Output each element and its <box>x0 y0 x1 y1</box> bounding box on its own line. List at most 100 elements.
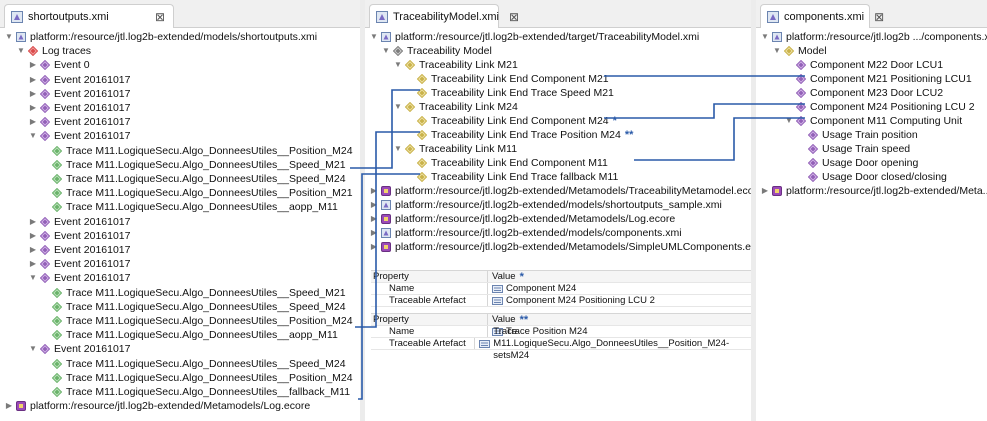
expanded-arrow-icon[interactable]: ▼ <box>16 44 26 58</box>
tree-node[interactable]: Component M21 Positioning LCU1 <box>784 72 972 86</box>
tree-node[interactable]: Trace M11.LogiqueSecu.Algo_DonneesUtiles… <box>40 200 338 214</box>
tree-node[interactable]: Trace M11.LogiqueSecu.Algo_DonneesUtiles… <box>40 371 353 385</box>
collapsed-arrow-icon[interactable]: ▶ <box>369 226 379 240</box>
tree-node[interactable]: ▼ Component M11 Computing Unit <box>784 114 962 128</box>
property-row[interactable]: Traceable Artefact Trace M11.LogiqueSecu… <box>371 326 751 361</box>
property-row[interactable]: Traceable Artefact Component M24 Positio… <box>371 295 751 307</box>
tree-node[interactable]: Trace M11.LogiqueSecu.Algo_DonneesUtiles… <box>40 158 346 172</box>
collapsed-arrow-icon[interactable]: ▶ <box>28 229 38 243</box>
ecore-icon <box>381 242 391 252</box>
tree-node[interactable]: Trace M11.LogiqueSecu.Algo_DonneesUtiles… <box>40 314 353 328</box>
collapsed-arrow-icon[interactable]: ▶ <box>760 184 770 198</box>
expanded-arrow-icon[interactable]: ▼ <box>369 30 379 44</box>
tree-node-label: platform:/resource/jtl.log2b-extended/Me… <box>395 185 751 197</box>
expanded-arrow-icon[interactable]: ▼ <box>381 44 391 58</box>
tab-components[interactable]: components.xmi ⊠ <box>760 4 884 28</box>
tree-node[interactable]: ▼ Traceability Link M24 <box>393 100 518 114</box>
tree-node[interactable]: Trace M11.LogiqueSecu.Algo_DonneesUtiles… <box>40 385 350 399</box>
close-tab-icon[interactable]: ⊠ <box>155 10 165 24</box>
tree-node[interactable]: ▶ platform:/resource/jtl.log2b-extended/m… <box>369 226 682 240</box>
tree-node[interactable]: ▼ Traceability Link M21 <box>393 58 518 72</box>
tree-node[interactable]: Traceability Link End Component M21 <box>405 72 609 86</box>
tree-node[interactable]: Trace M11.LogiqueSecu.Algo_DonneesUtiles… <box>40 300 346 314</box>
tree-node[interactable]: ▶ platform:/resource/jtl.log2b-extended/M… <box>369 240 751 254</box>
tree-node[interactable]: Usage Door closed/closing <box>796 170 947 184</box>
tree-node[interactable]: ▼ Traceability Link M11 <box>393 142 517 156</box>
tree-node[interactable]: ▶ Event 20161017 <box>28 243 131 257</box>
tree-node[interactable]: Usage Train position <box>796 128 918 142</box>
tree-node[interactable]: Component M24 Positioning LCU 2 <box>784 100 975 114</box>
collapsed-arrow-icon[interactable]: ▶ <box>28 243 38 257</box>
tree-node[interactable]: Traceability Link End Trace Speed M21 <box>405 86 614 100</box>
tree-node[interactable]: Trace M11.LogiqueSecu.Algo_DonneesUtiles… <box>40 328 338 342</box>
tree-node[interactable]: Trace M11.LogiqueSecu.Algo_DonneesUtiles… <box>40 357 346 371</box>
collapsed-arrow-icon[interactable]: ▶ <box>28 257 38 271</box>
tree-node[interactable]: ▶ Event 20161017 <box>28 73 131 87</box>
tree-node[interactable]: ▼ platform:/resource/jtl.log2b-extended/m… <box>4 30 317 44</box>
expanded-arrow-icon[interactable]: ▼ <box>28 271 38 285</box>
tree-node-label: Event 0 <box>54 59 90 72</box>
property-row[interactable]: Name Component M24 <box>371 283 751 295</box>
tree-node[interactable]: ▶ Event 0 <box>28 58 90 72</box>
tree-node[interactable]: ▼ Log traces <box>16 44 91 58</box>
tree-node[interactable]: ▼ Event 20161017 <box>28 342 130 356</box>
tree-node[interactable]: ▼ platform:/resource/jtl.log2b .../compon… <box>760 30 987 44</box>
tree-node[interactable]: ▶ Event 20161017 <box>28 215 131 229</box>
tree-node[interactable]: ▶ platform:/resource/jtl.log2b-extended/M… <box>760 184 987 198</box>
collapsed-arrow-icon[interactable]: ▶ <box>28 101 38 115</box>
tree-node[interactable]: ▶ platform:/resource/jtl.log2b-extended/M… <box>369 212 675 226</box>
collapsed-arrow-icon[interactable]: ▶ <box>369 184 379 198</box>
tree-node[interactable]: Traceability Link End Component M11 <box>405 156 608 170</box>
tree-node[interactable]: Trace M11.LogiqueSecu.Algo_DonneesUtiles… <box>40 144 353 158</box>
expanded-arrow-icon[interactable]: ▼ <box>393 142 403 156</box>
tab-shortoutputs[interactable]: shortoutputs.xmi ⊠ <box>4 4 174 28</box>
tree-node[interactable]: Trace M11.LogiqueSecu.Algo_DonneesUtiles… <box>40 186 353 200</box>
text-value-icon <box>492 284 503 293</box>
tree-node[interactable]: ▶ Event 20161017 <box>28 257 131 271</box>
tree-node[interactable]: ▼ Traceability Model <box>381 44 492 58</box>
collapsed-arrow-icon[interactable]: ▶ <box>28 58 38 72</box>
tree-node[interactable]: Usage Train speed <box>796 142 910 156</box>
tree-node[interactable]: Trace M11.LogiqueSecu.Algo_DonneesUtiles… <box>40 172 346 186</box>
expanded-arrow-icon[interactable]: ▼ <box>28 342 38 356</box>
tree-node[interactable]: ▼ Model <box>772 44 827 58</box>
collapsed-arrow-icon[interactable]: ▶ <box>28 73 38 87</box>
tree-node-label: Trace M11.LogiqueSecu.Algo_DonneesUtiles… <box>66 329 338 342</box>
expanded-arrow-icon[interactable]: ▼ <box>772 44 782 58</box>
tree-node[interactable]: ▼ Event 20161017 <box>28 129 130 143</box>
tree-node[interactable]: Traceability Link End Component M24 * <box>405 114 617 128</box>
collapsed-arrow-icon[interactable]: ▶ <box>28 87 38 101</box>
tree-node-label: Trace M11.LogiqueSecu.Algo_DonneesUtiles… <box>66 357 346 370</box>
tree-node[interactable]: Trace M11.LogiqueSecu.Algo_DonneesUtiles… <box>40 286 346 300</box>
collapsed-arrow-icon[interactable]: ▶ <box>28 115 38 129</box>
tree-node[interactable]: ▶ platform:/resource/jtl.log2b-extended/m… <box>369 198 722 212</box>
tree-node[interactable]: ▶ Event 20161017 <box>28 101 131 115</box>
collapsed-arrow-icon[interactable]: ▶ <box>4 399 14 413</box>
tree-node[interactable]: Usage Door opening <box>796 156 918 170</box>
tree-node[interactable]: ▶ platform:/resource/jtl.log2b-extended/M… <box>4 399 310 413</box>
collapsed-arrow-icon[interactable]: ▶ <box>369 240 379 254</box>
tree-node[interactable]: ▼ platform:/resource/jtl.log2b-extended/t… <box>369 30 699 44</box>
expanded-arrow-icon[interactable]: ▼ <box>393 58 403 72</box>
expanded-arrow-icon[interactable]: ▼ <box>760 30 770 44</box>
expanded-arrow-icon[interactable]: ▼ <box>393 100 403 114</box>
expanded-arrow-icon[interactable]: ▼ <box>28 129 38 143</box>
tree-node[interactable]: ▶ Event 20161017 <box>28 115 131 129</box>
collapsed-arrow-icon[interactable]: ▶ <box>369 198 379 212</box>
tree-node[interactable]: ▶ Event 20161017 <box>28 229 131 243</box>
close-tab-icon[interactable]: ⊠ <box>874 10 884 24</box>
close-tab-icon[interactable]: ⊠ <box>509 10 519 24</box>
collapsed-arrow-icon[interactable]: ▶ <box>369 212 379 226</box>
properties-table-1: Property Value * Name Component M24 Trac… <box>371 270 751 307</box>
expanded-arrow-icon[interactable]: ▼ <box>784 114 794 128</box>
tree-node[interactable]: Traceability Link End Trace fallback M11 <box>405 170 618 184</box>
tab-traceability-model[interactable]: TraceabilityModel.xmi ⊠ <box>369 4 519 28</box>
tree-node[interactable]: ▶ Event 20161017 <box>28 87 131 101</box>
tree-node[interactable]: ▶ platform:/resource/jtl.log2b-extended/M… <box>369 184 751 198</box>
collapsed-arrow-icon[interactable]: ▶ <box>28 215 38 229</box>
expanded-arrow-icon[interactable]: ▼ <box>4 30 14 44</box>
tree-node[interactable]: Component M22 Door LCU1 <box>784 58 943 72</box>
tree-node[interactable]: ▼ Event 20161017 <box>28 271 130 285</box>
tree-node[interactable]: Traceability Link End Trace Position M24… <box>405 128 633 142</box>
tree-node[interactable]: Component M23 Door LCU2 <box>784 86 943 100</box>
